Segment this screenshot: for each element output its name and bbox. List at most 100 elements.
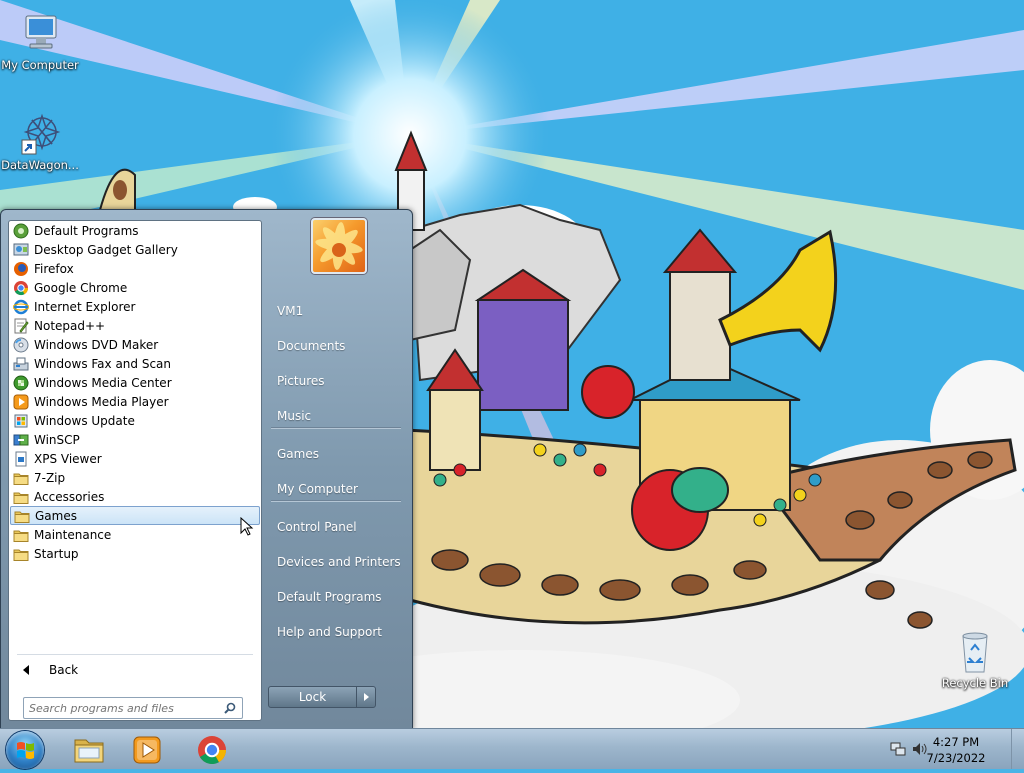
clock-date: 7/23/2022 (926, 751, 986, 765)
xps-viewer-icon (13, 451, 29, 467)
media-player-icon (133, 736, 161, 764)
program-item-notepad-plus-plus[interactable]: Notepad++ (9, 316, 261, 335)
program-label: Maintenance (34, 527, 112, 542)
desktop-icon-label: Recycle Bin (941, 676, 1009, 690)
places-item-pictures[interactable]: Pictures (265, 364, 407, 398)
places-item-user[interactable]: VM1 (265, 294, 407, 328)
windows-update-icon (13, 413, 29, 429)
clock-time: 4:27 PM (932, 735, 980, 749)
program-label: Windows Media Player (34, 394, 169, 409)
program-label: XPS Viewer (34, 451, 102, 466)
datawagon-shortcut-icon (16, 112, 64, 156)
program-label: Windows Fax and Scan (34, 356, 172, 371)
chrome-icon (198, 736, 226, 764)
program-folder-accessories[interactable]: Accessories (9, 487, 261, 506)
places-item-games[interactable]: Games (265, 437, 407, 471)
taskbar-chrome[interactable] (185, 732, 239, 768)
start-button[interactable] (6, 731, 44, 769)
shutdown-options-button[interactable] (356, 686, 376, 708)
program-label: Games (35, 508, 77, 523)
program-label: Windows Media Center (34, 375, 172, 390)
places-label: Games (277, 447, 319, 461)
taskbar-windows-explorer[interactable] (62, 732, 116, 768)
user-avatar[interactable] (311, 218, 367, 274)
program-label: Notepad++ (34, 318, 106, 333)
show-desktop-button[interactable] (1011, 729, 1024, 769)
search-icon[interactable] (224, 702, 236, 714)
program-label: Desktop Gadget Gallery (34, 242, 178, 257)
back-label: Back (49, 663, 79, 677)
places-label: Default Programs (277, 590, 382, 604)
places-label: Music (277, 409, 312, 423)
program-item-internet-explorer[interactable]: Internet Explorer (9, 297, 261, 316)
search-box[interactable] (23, 697, 243, 719)
program-item-desktop-gadget-gallery[interactable]: Desktop Gadget Gallery (9, 240, 261, 259)
divider (17, 654, 253, 655)
places-label: Help and Support (277, 625, 382, 639)
program-item-windows-media-player[interactable]: Windows Media Player (9, 392, 261, 411)
clock[interactable]: 4:27 PM 7/23/2022 (916, 734, 996, 766)
taskbar: 4:27 PM 7/23/2022 (0, 728, 1024, 769)
taskbar-media-player[interactable] (120, 732, 174, 768)
all-programs-list: Default Programs Desktop Gadget Gallery … (9, 221, 261, 563)
places-item-documents[interactable]: Documents (265, 329, 407, 363)
program-label: 7-Zip (34, 470, 66, 485)
program-folder-maintenance[interactable]: Maintenance (9, 525, 261, 544)
folder-icon (14, 508, 30, 524)
desktop-icon-label: DataWagon... (1, 158, 79, 172)
chrome-icon (13, 280, 29, 296)
folder-icon (13, 527, 29, 543)
program-item-windows-update[interactable]: Windows Update (9, 411, 261, 430)
gadget-gallery-icon (13, 242, 29, 258)
start-menu: Default Programs Desktop Gadget Gallery … (0, 209, 413, 730)
folder-icon (13, 470, 29, 486)
places-item-help-and-support[interactable]: Help and Support (265, 615, 407, 649)
flower-picture-icon (315, 222, 363, 270)
search-input[interactable] (24, 700, 221, 716)
places-label: VM1 (277, 304, 304, 318)
network-icon[interactable] (890, 741, 906, 757)
program-label: Internet Explorer (34, 299, 136, 314)
program-item-winscp[interactable]: WinSCP (9, 430, 261, 449)
program-label: Startup (34, 546, 79, 561)
default-programs-icon (13, 223, 29, 239)
firefox-icon (13, 261, 29, 277)
program-item-windows-dvd-maker[interactable]: Windows DVD Maker (9, 335, 261, 354)
back-button[interactable]: Back (17, 659, 78, 681)
program-item-xps-viewer[interactable]: XPS Viewer (9, 449, 261, 468)
media-center-icon (13, 375, 29, 391)
program-item-firefox[interactable]: Firefox (9, 259, 261, 278)
program-folder-games[interactable]: Games (10, 506, 260, 525)
internet-explorer-icon (12, 299, 30, 315)
folder-icon (13, 546, 29, 562)
lock-label: Lock (298, 690, 327, 704)
folder-icon (13, 489, 29, 505)
program-folder-7-zip[interactable]: 7-Zip (9, 468, 261, 487)
divider (271, 500, 401, 502)
fax-scan-icon (13, 356, 29, 372)
winscp-icon (13, 432, 29, 448)
program-label: Accessories (34, 489, 105, 504)
program-item-default-programs[interactable]: Default Programs (9, 221, 261, 240)
desktop-icon-label: My Computer (1, 58, 79, 72)
places-item-default-programs[interactable]: Default Programs (265, 580, 407, 614)
notepad-plus-plus-icon (13, 318, 29, 334)
places-item-devices-and-printers[interactable]: Devices and Printers (265, 545, 407, 579)
places-label: My Computer (277, 482, 358, 496)
arrow-right-icon (363, 693, 369, 701)
program-item-windows-fax-and-scan[interactable]: Windows Fax and Scan (9, 354, 261, 373)
dvd-maker-icon (13, 337, 29, 353)
back-arrow-icon (23, 665, 29, 675)
program-label: Firefox (34, 261, 74, 276)
windows-logo-icon (17, 742, 34, 759)
lock-button[interactable]: Lock (268, 686, 357, 708)
desktop-icon-datawagon[interactable]: DataWagon... (0, 112, 80, 172)
program-item-windows-media-center[interactable]: Windows Media Center (9, 373, 261, 392)
media-player-icon (13, 394, 29, 410)
places-item-control-panel[interactable]: Control Panel (265, 510, 407, 544)
desktop-icon-my-computer[interactable]: My Computer (0, 12, 80, 72)
program-item-google-chrome[interactable]: Google Chrome (9, 278, 261, 297)
program-folder-startup[interactable]: Startup (9, 544, 261, 563)
start-menu-places-pane: VM1 Documents Pictures Music Games My Co… (263, 210, 410, 729)
desktop-icon-recycle-bin[interactable]: Recycle Bin (935, 630, 1015, 690)
